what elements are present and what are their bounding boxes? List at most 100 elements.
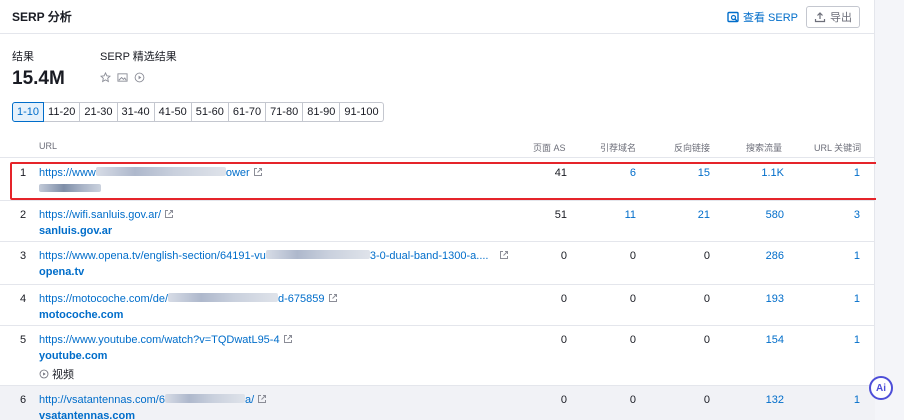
row-url[interactable]: https://www.opena.tv/english-section/641… bbox=[39, 250, 509, 262]
backlinks-value: 0 bbox=[703, 250, 710, 262]
url-keywords-value[interactable]: 1 bbox=[820, 167, 860, 179]
star-icon[interactable] bbox=[100, 72, 111, 83]
panel-header: SERP 分析 查看 SERP 导出 bbox=[0, 0, 874, 34]
col-url-keywords[interactable]: URL 关键词 bbox=[814, 141, 861, 154]
video-play-icon[interactable] bbox=[134, 72, 145, 83]
url-text: https://wifi.sanluis.gov.ar/ bbox=[39, 209, 162, 221]
external-link-icon[interactable] bbox=[328, 293, 338, 303]
results-value: 15.4M bbox=[12, 68, 65, 89]
row-domain[interactable]: youtube.com bbox=[39, 350, 107, 362]
export-button[interactable]: 导出 bbox=[806, 6, 860, 28]
row-url[interactable]: https://wifi.sanluis.gov.ar/ bbox=[39, 209, 174, 221]
page-range-31-40[interactable]: 31-40 bbox=[117, 102, 155, 122]
redacted-text bbox=[168, 293, 279, 302]
redacted-text bbox=[39, 184, 101, 192]
ref-domains-value[interactable]: 11 bbox=[596, 209, 636, 221]
ref-domains-value[interactable]: 6 bbox=[596, 167, 636, 179]
scrollbar-track[interactable] bbox=[876, 0, 904, 420]
row-url[interactable]: https://motocoche.com/de/d-675859 bbox=[39, 293, 338, 305]
row-url[interactable]: https://www.youtube.com/watch?v=TQDwatL9… bbox=[39, 334, 293, 346]
ref-domains-value: 0 bbox=[629, 250, 636, 262]
external-link-icon[interactable] bbox=[283, 334, 293, 344]
table-row: 5 https://www.youtube.com/watch?v=TQDwat… bbox=[0, 326, 875, 386]
view-serp-label: 查看 SERP bbox=[742, 12, 798, 24]
traffic-value[interactable]: 132 bbox=[744, 394, 784, 406]
backlinks-value: 0 bbox=[703, 394, 710, 406]
row-url[interactable]: http://vsatantennas.com/6 a/ bbox=[39, 394, 267, 406]
row-number: 4 bbox=[20, 293, 27, 305]
col-backlinks[interactable]: 反向链接 bbox=[674, 141, 710, 154]
traffic-value[interactable]: 154 bbox=[744, 334, 784, 346]
row-domain[interactable]: sanluis.gov.ar bbox=[39, 225, 112, 237]
page-range-91-100[interactable]: 91-100 bbox=[340, 102, 384, 122]
external-link-icon[interactable] bbox=[499, 250, 509, 260]
page-range-61-70[interactable]: 61-70 bbox=[228, 102, 267, 122]
row-domain[interactable]: motocoche.com bbox=[39, 309, 123, 321]
page-as-value: 51 bbox=[554, 209, 567, 221]
table-row: 1 https://www ower 41 6 15 1.1K 1 bbox=[0, 159, 875, 201]
row-number: 6 bbox=[20, 394, 27, 406]
external-link-icon[interactable] bbox=[257, 394, 267, 404]
col-traffic[interactable]: 搜索流量 bbox=[746, 141, 782, 154]
results-label: 结果 bbox=[12, 51, 34, 63]
page-range-71-80[interactable]: 71-80 bbox=[266, 102, 304, 122]
col-ref-domains[interactable]: 引荐域名 bbox=[600, 141, 636, 154]
redacted-text bbox=[164, 394, 245, 403]
page-range-11-20[interactable]: 11-20 bbox=[44, 102, 81, 122]
page-range-1-10[interactable]: 1-10 bbox=[12, 102, 45, 122]
page-range-21-30[interactable]: 21-30 bbox=[80, 102, 118, 122]
url-keywords-value[interactable]: 3 bbox=[820, 209, 860, 221]
page-as-value: 0 bbox=[560, 394, 567, 406]
pagination: 1-10 11-20 21-30 31-40 41-50 51-60 61-70… bbox=[12, 102, 384, 122]
page-range-81-90[interactable]: 81-90 bbox=[303, 102, 341, 122]
row-domain[interactable] bbox=[39, 183, 101, 195]
url-keywords-value[interactable]: 1 bbox=[820, 293, 860, 305]
ref-domains-value: 0 bbox=[629, 394, 636, 406]
page-range-41-50[interactable]: 41-50 bbox=[154, 102, 192, 122]
row-domain[interactable]: vsatantennas.com bbox=[39, 410, 135, 420]
serp-analysis-panel: SERP 分析 查看 SERP 导出 结果 15.4M SERP 精选结果 1-… bbox=[0, 0, 879, 420]
table-row: 2 https://wifi.sanluis.gov.ar/ sanluis.g… bbox=[0, 201, 875, 242]
row-url[interactable]: https://www ower bbox=[39, 167, 263, 179]
url-text-start: https://www.opena.tv/english-section/641… bbox=[39, 250, 266, 262]
redacted-text bbox=[95, 167, 226, 176]
serp-features-label: SERP 精选结果 bbox=[100, 51, 177, 63]
url-text-start: http://vsatantennas.com/6 bbox=[39, 394, 165, 406]
ai-assistant-button[interactable]: Ai bbox=[869, 376, 893, 400]
col-page-as[interactable]: 页面 AS bbox=[533, 141, 566, 154]
url-text-end: a/ bbox=[244, 394, 255, 406]
traffic-value[interactable]: 580 bbox=[744, 209, 784, 221]
image-icon[interactable] bbox=[117, 72, 128, 83]
url-text-start: https://motocoche.com/de/ bbox=[39, 293, 169, 305]
upload-icon bbox=[814, 12, 826, 23]
serp-features-icons bbox=[100, 72, 177, 83]
page-as-value: 0 bbox=[560, 293, 567, 305]
page-title: SERP 分析 bbox=[12, 10, 72, 24]
header-actions: 查看 SERP 导出 bbox=[727, 6, 860, 28]
traffic-value[interactable]: 193 bbox=[744, 293, 784, 305]
table-row: 3 https://www.opena.tv/english-section/6… bbox=[0, 242, 875, 285]
view-serp-link[interactable]: 查看 SERP bbox=[727, 9, 798, 25]
traffic-value[interactable]: 286 bbox=[744, 250, 784, 262]
col-url[interactable]: URL bbox=[39, 141, 57, 151]
external-link-icon[interactable] bbox=[164, 209, 174, 219]
url-text-end: 3-0-dual-band-1300-a.... bbox=[369, 250, 489, 262]
external-link-icon[interactable] bbox=[253, 167, 263, 177]
url-keywords-value[interactable]: 1 bbox=[820, 394, 860, 406]
traffic-value[interactable]: 1.1K bbox=[744, 167, 784, 179]
row-serp-feature: 视频 bbox=[39, 366, 74, 382]
backlinks-value: 0 bbox=[703, 293, 710, 305]
ref-domains-value: 0 bbox=[629, 334, 636, 346]
table-header: URL 页面 AS 引荐域名 反向链接 搜索流量 URL 关键词 bbox=[0, 136, 875, 158]
page-range-51-60[interactable]: 51-60 bbox=[191, 102, 229, 122]
url-keywords-value[interactable]: 1 bbox=[820, 334, 860, 346]
url-keywords-value[interactable]: 1 bbox=[820, 250, 860, 262]
backlinks-value[interactable]: 21 bbox=[670, 209, 710, 221]
page-as-value: 0 bbox=[560, 334, 567, 346]
row-domain[interactable]: opena.tv bbox=[39, 266, 84, 278]
redacted-text bbox=[265, 250, 370, 259]
url-text-start: https://www bbox=[39, 167, 96, 179]
serp-features: SERP 精选结果 bbox=[100, 48, 177, 83]
results-summary: 结果 15.4M bbox=[12, 48, 65, 90]
backlinks-value[interactable]: 15 bbox=[670, 167, 710, 179]
